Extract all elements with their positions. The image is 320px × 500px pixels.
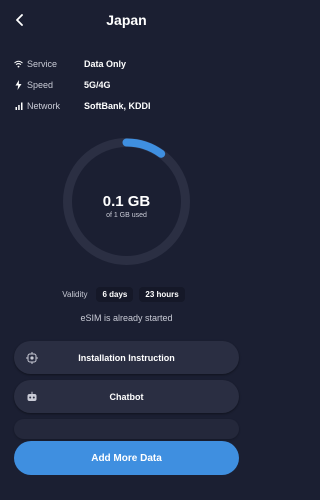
usage-readout: 0.1 GB of 1 GB used — [61, 193, 192, 219]
usage-total: of 1 GB used — [106, 212, 147, 219]
signal-bars-icon — [14, 100, 23, 112]
validity-label: Validity — [62, 290, 88, 299]
chatbot-button[interactable]: Chatbot — [14, 380, 239, 413]
install-icon — [26, 351, 38, 364]
info-label: Service — [27, 58, 58, 69]
installation-instruction-label: Installation Instruction — [78, 352, 175, 363]
page-title: Japan — [106, 12, 147, 28]
add-more-data-button[interactable]: Add More Data — [14, 441, 239, 475]
validity-hours: 23 hours — [139, 287, 185, 302]
info-row-speed: Speed 5G/4G — [14, 74, 239, 95]
installation-instruction-button[interactable]: Installation Instruction — [14, 341, 239, 374]
more-options-button[interactable] — [14, 419, 239, 439]
wifi-icon — [14, 58, 23, 70]
usage-amount: 0.1 GB — [102, 193, 151, 210]
info-value: 5G/4G — [84, 79, 111, 90]
chatbot-icon — [26, 391, 38, 403]
info-row-service: Service Data Only — [14, 53, 239, 74]
bolt-icon — [14, 79, 23, 91]
info-label: Speed — [27, 79, 54, 90]
info-row-network: Network SoftBank, KDDI — [14, 95, 239, 116]
info-value: SoftBank, KDDI — [84, 100, 151, 111]
chatbot-label: Chatbot — [109, 391, 144, 402]
validity-days: 6 days — [96, 287, 134, 302]
info-value: Data Only — [84, 58, 127, 69]
info-label: Network — [27, 100, 61, 111]
esim-status: eSIM is already started — [80, 313, 173, 323]
header: Japan — [0, 0, 253, 40]
plan-info: Service Data Only Speed 5G/4G Network So… — [14, 53, 239, 116]
validity: Validity 6 days 23 hours — [0, 287, 253, 302]
